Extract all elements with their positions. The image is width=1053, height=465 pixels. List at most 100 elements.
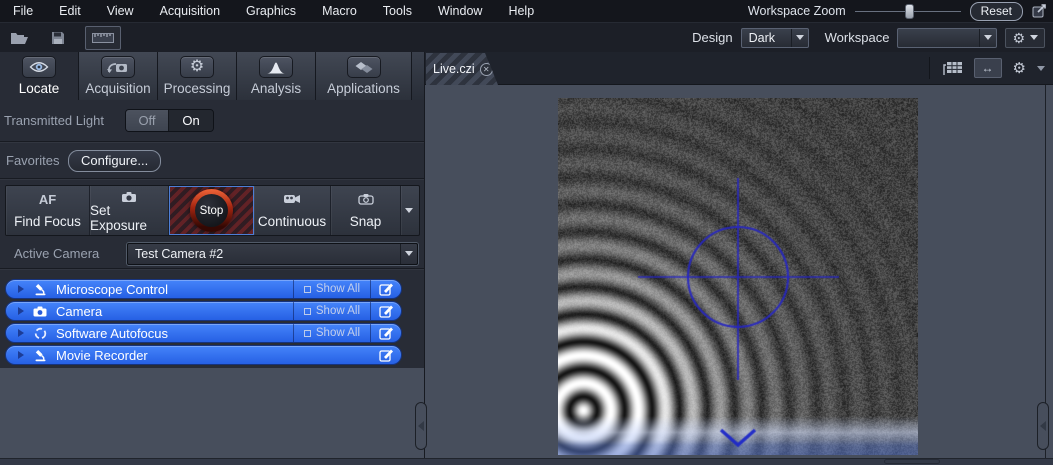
camera-arrow-icon bbox=[101, 56, 135, 78]
workspace-label: Workspace bbox=[825, 30, 890, 45]
eye-icon bbox=[22, 56, 56, 78]
menu-edit[interactable]: Edit bbox=[46, 0, 94, 22]
menu-window[interactable]: Window bbox=[425, 0, 495, 22]
af-icon: AF bbox=[39, 191, 56, 207]
tab-applications[interactable]: Applications bbox=[316, 52, 412, 100]
gear-icon: ⚙ bbox=[180, 56, 214, 78]
locate-panel: Transmitted Light Off On Favorites Confi… bbox=[0, 100, 425, 368]
menu-tools[interactable]: Tools bbox=[370, 0, 425, 22]
movie-recorder-icon bbox=[32, 349, 48, 362]
stop-ring: Stop bbox=[190, 189, 233, 232]
collapse-left-icon bbox=[418, 421, 424, 431]
configure-button[interactable]: Configure... bbox=[68, 150, 161, 172]
checkbox-icon[interactable] bbox=[304, 308, 311, 315]
menu-view[interactable]: View bbox=[94, 0, 147, 22]
layout-grid-icon[interactable] bbox=[943, 61, 963, 76]
set-exposure-button[interactable]: Set Exposure bbox=[90, 186, 169, 235]
left-splitter[interactable] bbox=[424, 52, 425, 458]
stop-label: Stop bbox=[195, 194, 228, 227]
slider-handle[interactable] bbox=[905, 4, 914, 19]
tool-header-software-autofocus[interactable]: Software Autofocus Show All bbox=[5, 323, 402, 343]
tool-header-label: Camera bbox=[56, 304, 293, 319]
toggle-on-button[interactable]: On bbox=[169, 110, 213, 131]
undock-button[interactable] bbox=[371, 348, 401, 362]
show-all-toggle[interactable]: Show All bbox=[293, 324, 371, 342]
show-all-toggle[interactable]: Show All bbox=[293, 280, 371, 298]
expander-icon[interactable] bbox=[18, 307, 24, 315]
main-tab-strip: Locate Acquisition ⚙ Processing Analysis… bbox=[0, 52, 425, 100]
diamonds-icon bbox=[347, 56, 381, 78]
workspace-zoom-slider[interactable] bbox=[855, 3, 961, 19]
tool-header-label: Microscope Control bbox=[56, 282, 293, 297]
chevron-down-icon[interactable] bbox=[979, 29, 996, 47]
document-tab-strip: Live.czi ✕ ↔ ⚙ bbox=[425, 52, 1053, 85]
show-all-label: Show All bbox=[316, 283, 360, 295]
toggle-off-button[interactable]: Off bbox=[126, 110, 169, 131]
snap-button[interactable]: Snap bbox=[331, 186, 401, 235]
show-all-toggle[interactable]: Show All bbox=[293, 302, 371, 320]
right-panel-collapse-handle[interactable] bbox=[1037, 402, 1049, 450]
workspace-settings-button[interactable]: ⚙ bbox=[1005, 28, 1045, 48]
expander-icon[interactable] bbox=[18, 285, 24, 293]
transmitted-light-toggle[interactable]: Off On bbox=[125, 109, 214, 132]
active-camera-label: Active Camera bbox=[14, 246, 127, 261]
design-label: Design bbox=[692, 30, 732, 45]
gear-icon: ⚙ bbox=[1012, 31, 1025, 45]
chevron-down-icon[interactable] bbox=[1037, 66, 1045, 71]
gear-icon[interactable]: ⚙ bbox=[1013, 61, 1026, 76]
tool-header-microscope-control[interactable]: Microscope Control Show All bbox=[5, 279, 402, 299]
continuous-button[interactable]: Continuous bbox=[254, 186, 331, 235]
open-folder-icon[interactable] bbox=[10, 31, 29, 45]
menu-help[interactable]: Help bbox=[495, 0, 547, 22]
button-label: Find Focus bbox=[14, 214, 81, 229]
tool-header-movie-recorder[interactable]: Movie Recorder bbox=[5, 345, 402, 365]
reset-button[interactable]: Reset bbox=[970, 2, 1023, 21]
tab-processing[interactable]: ⚙ Processing bbox=[158, 52, 237, 100]
tab-analysis[interactable]: Analysis bbox=[237, 52, 316, 100]
document-tab-label: Live.czi bbox=[433, 62, 475, 76]
save-icon[interactable] bbox=[51, 31, 65, 45]
expander-icon[interactable] bbox=[18, 329, 24, 337]
live-camera-image[interactable] bbox=[558, 98, 918, 455]
undock-button[interactable] bbox=[371, 282, 401, 296]
undock-button[interactable] bbox=[371, 304, 401, 318]
chevron-down-icon[interactable] bbox=[400, 244, 417, 264]
left-panel-collapse-handle[interactable] bbox=[415, 402, 427, 450]
tab-label: Processing bbox=[164, 81, 231, 96]
tab-label: Applications bbox=[327, 81, 400, 96]
checkbox-icon[interactable] bbox=[304, 330, 311, 337]
menu-acquisition[interactable]: Acquisition bbox=[147, 0, 233, 22]
zen-application-window: File Edit View Acquisition Graphics Macr… bbox=[0, 0, 1053, 465]
more-actions-button[interactable] bbox=[401, 186, 417, 235]
document-tab-live-czi[interactable]: Live.czi ✕ bbox=[426, 53, 498, 85]
design-value: Dark bbox=[742, 31, 791, 45]
menu-macro[interactable]: Macro bbox=[309, 0, 370, 22]
stop-button[interactable]: Stop bbox=[169, 186, 254, 235]
menu-bar: File Edit View Acquisition Graphics Macr… bbox=[0, 0, 1053, 22]
close-icon[interactable]: ✕ bbox=[480, 63, 493, 76]
expander-icon[interactable] bbox=[18, 351, 24, 359]
show-all-label: Show All bbox=[316, 305, 360, 317]
chevron-down-icon bbox=[405, 208, 413, 213]
checkbox-icon[interactable] bbox=[304, 286, 311, 293]
tab-label: Locate bbox=[19, 81, 60, 96]
menu-graphics[interactable]: Graphics bbox=[233, 0, 309, 22]
tool-header-label: Software Autofocus bbox=[56, 326, 293, 341]
ruler-tool-icon[interactable] bbox=[85, 26, 121, 50]
export-icon[interactable] bbox=[1032, 4, 1047, 18]
find-focus-button[interactable]: AF Find Focus bbox=[6, 186, 90, 235]
expand-horizontal-icon[interactable]: ↔ bbox=[974, 58, 1002, 78]
active-camera-select[interactable]: Test Camera #2 bbox=[127, 243, 418, 265]
undock-button[interactable] bbox=[371, 326, 401, 340]
chevron-down-icon bbox=[1030, 35, 1038, 40]
menu-file[interactable]: File bbox=[0, 0, 46, 22]
chevron-down-icon[interactable] bbox=[791, 29, 808, 47]
bottom-panel-collapse-handle[interactable] bbox=[884, 459, 940, 464]
transmitted-light-label: Transmitted Light bbox=[4, 113, 125, 128]
microscope-icon bbox=[32, 283, 48, 296]
design-select[interactable]: Dark bbox=[741, 28, 809, 48]
tab-locate[interactable]: Locate bbox=[0, 52, 79, 100]
workspace-select[interactable] bbox=[897, 28, 997, 48]
tool-header-camera[interactable]: Camera Show All bbox=[5, 301, 402, 321]
tab-acquisition[interactable]: Acquisition bbox=[79, 52, 158, 100]
